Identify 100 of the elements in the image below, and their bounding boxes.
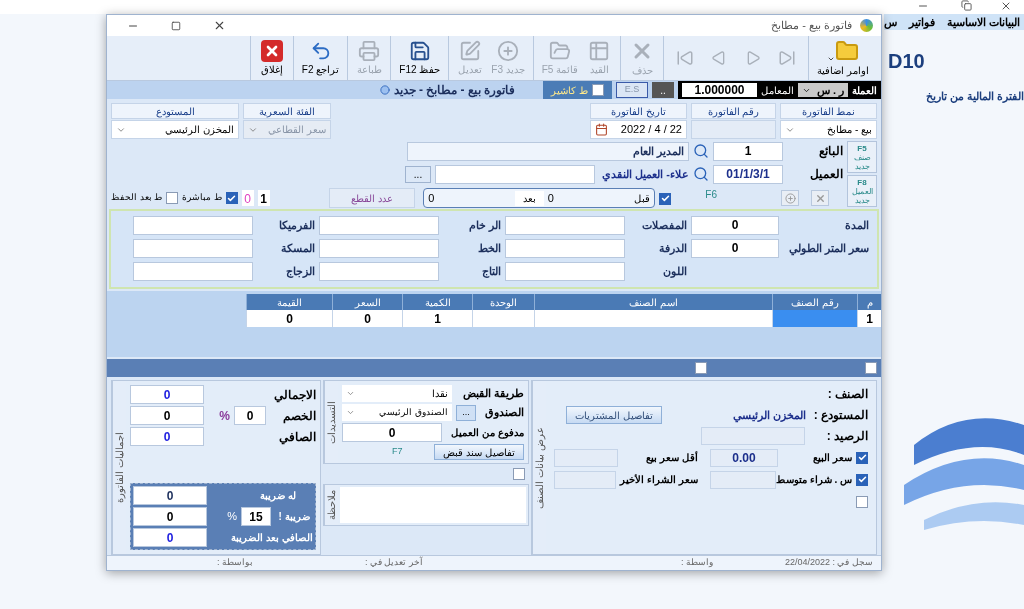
price-label: سعر البيع (812, 451, 852, 465)
price-field[interactable] (554, 448, 619, 467)
percent-sign: % (227, 509, 237, 525)
menu-item[interactable]: س (883, 13, 897, 31)
dropdown-field[interactable]: المخزن الرئيسي (111, 120, 239, 139)
checkbox[interactable] (225, 192, 238, 204)
dropdown-field[interactable]: الصندوق الرئيسي (342, 404, 452, 421)
discount-label: الخصم (282, 407, 316, 425)
more-button[interactable]: ... (405, 165, 431, 183)
after-value: 0 (428, 190, 436, 206)
checkbox[interactable] (865, 362, 877, 374)
dropdown-field[interactable]: بيع - مطابخ (780, 120, 877, 139)
invoice-title: فاتورة بيع - مطابخ - جديد (393, 82, 516, 99)
checkbox[interactable] (856, 451, 868, 464)
dots-button[interactable]: .. (652, 82, 674, 98)
period-label: الفترة المالية من تاريخ (924, 89, 1024, 105)
close-icon[interactable] (1000, 0, 1012, 12)
rate-field[interactable]: 1.000000 (682, 83, 757, 97)
input-field[interactable] (133, 238, 253, 258)
input-field[interactable]: 0 (133, 486, 207, 505)
table-cell[interactable]: 1 (402, 310, 472, 327)
input-field[interactable]: 0 (691, 238, 779, 258)
seller-name-field[interactable]: المدير العام (407, 141, 689, 161)
purchases-details-button[interactable]: تفاصيل المشتريات (566, 406, 662, 424)
shortcut-label: F7 (391, 445, 403, 459)
taxable-label: له ضريبة (259, 489, 297, 503)
menu-item[interactable]: فواتير (908, 13, 935, 31)
input-field[interactable]: 0 (342, 423, 442, 442)
print-after-save-label: ط بعد الحفظ (111, 191, 162, 205)
table-cell[interactable]: 0 (246, 310, 332, 327)
input-field[interactable]: 0 (133, 507, 207, 526)
input-field[interactable] (319, 215, 439, 235)
customer-code-field[interactable]: 01/1/3/1 (713, 164, 783, 184)
seller-code-field[interactable]: 1 (713, 141, 783, 161)
remove-button[interactable] (811, 190, 829, 206)
checkbox[interactable] (856, 473, 868, 486)
toolbar-button[interactable]: حفظ F12 (395, 36, 445, 80)
item-label: الصنف : (826, 386, 868, 403)
right-triangle-icon (745, 50, 762, 66)
column-header: القيمة (246, 294, 332, 310)
maximize-icon[interactable] (171, 20, 181, 31)
toolbar-button[interactable]: تراجع F2 (297, 36, 344, 80)
input-field[interactable] (505, 215, 625, 235)
print-icon (358, 40, 381, 62)
input-field[interactable] (319, 261, 439, 281)
input-field[interactable] (133, 261, 253, 281)
input-field[interactable]: 15 (241, 507, 271, 526)
input-field[interactable]: 0 (691, 215, 779, 235)
input-field[interactable] (505, 238, 625, 258)
input-field[interactable] (505, 261, 625, 281)
checkbox[interactable] (695, 362, 707, 374)
close-icon[interactable] (213, 19, 226, 32)
input-field[interactable]: 0 (133, 528, 207, 547)
price-field[interactable] (709, 470, 776, 489)
price-field[interactable]: 0.00 (709, 448, 779, 467)
customer-label: العميل (809, 166, 843, 183)
restore-icon[interactable] (961, 0, 972, 11)
before-value: 0 (547, 190, 555, 206)
vertical-tab[interactable]: التسديدات (324, 400, 339, 444)
input-field[interactable] (133, 215, 253, 235)
app-logo-icon (860, 19, 873, 32)
checkbox[interactable] (513, 468, 525, 480)
price-label: سعر الشراء الأخير (620, 473, 699, 487)
toolbar-button[interactable]: اوامر اضافية (813, 36, 873, 80)
input-field[interactable] (319, 238, 439, 258)
notes-field[interactable] (340, 487, 526, 523)
search-icon[interactable] (693, 143, 709, 159)
toolbar-button[interactable]: إغلاق (254, 36, 289, 80)
field-label: الدرفة (658, 240, 687, 257)
input-field[interactable] (435, 164, 595, 184)
field-label: الر خام (467, 217, 501, 234)
checkbox[interactable] (856, 495, 868, 508)
dropdown-field[interactable]: نقدا (342, 385, 452, 402)
receipt-details-button[interactable]: تفاصيل سند قبض (434, 444, 524, 460)
checkbox[interactable] (592, 84, 604, 96)
input-field[interactable]: 0 (130, 427, 204, 446)
more-button[interactable]: ... (456, 404, 476, 421)
vertical-tab[interactable]: عرض بيانات الصنف (532, 426, 547, 509)
cash-box-label: الصندوق (484, 405, 524, 421)
column-heading: رقم الفاتورة (691, 103, 776, 119)
balance-field[interactable] (701, 427, 805, 445)
seller-label: البائع (818, 143, 843, 160)
table-cell[interactable] (772, 310, 857, 327)
warehouse-label: المستودع : (813, 407, 868, 424)
printed-value: 0 (241, 190, 254, 206)
add-button[interactable] (781, 190, 799, 206)
input-field[interactable]: 0 (130, 385, 204, 404)
input-field[interactable]: 0 (130, 406, 204, 425)
vertical-tab[interactable]: ملاحظة (324, 490, 339, 520)
table-cell[interactable]: 0 (332, 310, 402, 327)
price-field[interactable] (554, 470, 617, 489)
checkbox[interactable] (659, 192, 672, 205)
checkbox[interactable] (166, 192, 178, 204)
vertical-tab[interactable]: اجماليات الفاتورة (112, 432, 127, 503)
currency-select[interactable]: ر . س (798, 83, 848, 97)
search-icon[interactable] (693, 166, 709, 182)
menu-item[interactable]: البيانات الاساسية (946, 13, 1020, 31)
status-text: واسطة : (680, 556, 713, 570)
input-field[interactable] (691, 120, 776, 139)
input-field[interactable]: 0 (234, 406, 266, 425)
